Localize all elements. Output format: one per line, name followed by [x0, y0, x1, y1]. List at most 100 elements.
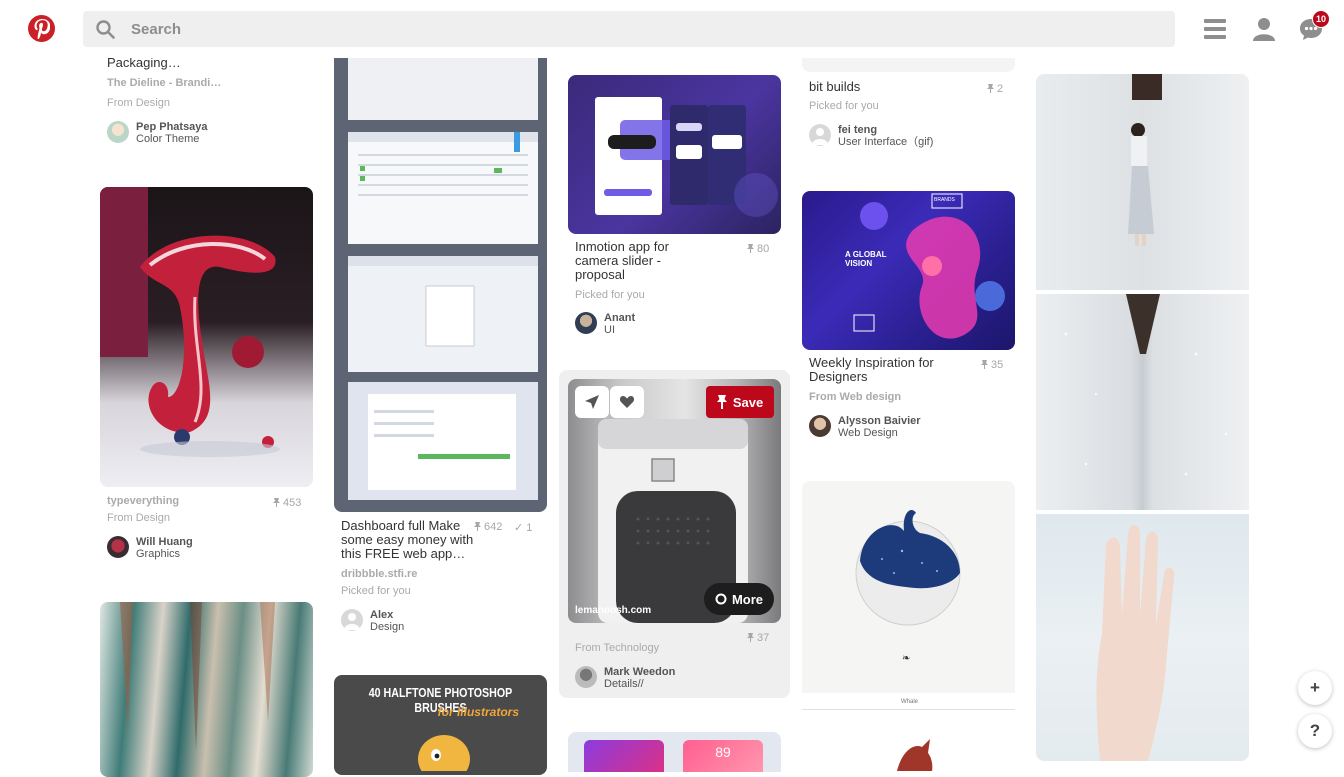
repin-count: 642: [474, 521, 502, 533]
search-icon: [96, 20, 115, 39]
avatar[interactable]: [809, 124, 831, 146]
pin-title: Inmotion app for camera slider - proposa…: [575, 239, 669, 282]
avatar[interactable]: [575, 312, 597, 334]
pin-title: Dashboard full Make some easy money with…: [341, 518, 474, 561]
like-count: ✓ 1: [514, 522, 533, 534]
pin-source[interactable]: The Dieline - Brandi…: [107, 77, 221, 89]
board-name[interactable]: Web Design: [838, 427, 898, 439]
hand-photo: [1096, 525, 1175, 761]
user-name[interactable]: Alex: [370, 609, 393, 621]
dashboard-screens: [348, 50, 538, 500]
pin-image-3[interactable]: [1036, 514, 1249, 761]
woman-photo: [1128, 74, 1162, 246]
pin-icon: [716, 395, 727, 409]
avatar[interactable]: [107, 536, 129, 558]
pin-count-icon: [981, 360, 988, 369]
circle-icon: [715, 593, 727, 605]
user-name[interactable]: fei teng: [838, 124, 877, 136]
pin-domain[interactable]: lemanoosh.com: [575, 605, 651, 616]
save-button[interactable]: Save: [706, 386, 774, 418]
pin-source[interactable]: typeverything: [107, 495, 179, 507]
pin-title: Packaging…: [107, 55, 181, 70]
image-brand: BRANDS: [934, 197, 955, 203]
avatar[interactable]: [341, 609, 363, 631]
pin-image[interactable]: [568, 75, 781, 234]
like-button[interactable]: [610, 386, 644, 418]
pin-image[interactable]: 89: [568, 732, 781, 772]
board-name[interactable]: Details//: [604, 678, 644, 690]
pin-from: Picked for you: [341, 585, 411, 597]
pin-image[interactable]: [1036, 74, 1249, 290]
pin-from: From Design: [107, 512, 170, 524]
send-button[interactable]: [575, 386, 609, 418]
pin-count-icon: [747, 244, 754, 253]
user-name[interactable]: Mark Weedon: [604, 666, 675, 678]
repin-count: 35: [981, 359, 1003, 371]
image-subheading: for Illustrators: [437, 705, 519, 719]
pin-from: Picked for you: [809, 100, 879, 112]
pin-image[interactable]: ❧ Whale: [802, 481, 1015, 771]
app-mockup: [595, 97, 778, 217]
default-avatar-icon: [344, 613, 360, 630]
blob-website: [853, 193, 1005, 339]
repin-count: 2: [987, 83, 1003, 95]
check-icon: ✓: [514, 522, 524, 534]
pin-count-icon: [273, 498, 280, 507]
avatar[interactable]: [575, 666, 597, 688]
pin-source[interactable]: dribbble.stfi.re: [341, 568, 417, 580]
pin-image[interactable]: A GLOBAL VISION BRANDS: [802, 191, 1015, 350]
pinterest-logo[interactable]: [28, 15, 55, 42]
corridor-photo: [1064, 294, 1228, 476]
pin-count-icon: [987, 84, 994, 93]
more-button[interactable]: More: [704, 583, 774, 615]
search-bar[interactable]: [83, 11, 1175, 47]
pin-image[interactable]: 40 HALFTONE PHOTOSHOP BRUSHES for Illust…: [334, 675, 547, 775]
search-input[interactable]: [131, 19, 1031, 39]
repin-count: 80: [747, 243, 769, 255]
pin-title: Weekly Inspiration for Designers: [809, 355, 934, 384]
user-name[interactable]: Alysson Baivier: [838, 415, 921, 427]
menu-icon[interactable]: [1202, 16, 1228, 42]
user-name[interactable]: Will Huang: [136, 536, 193, 548]
bird-icon: ❧: [902, 653, 911, 664]
board-name[interactable]: Color Theme: [136, 133, 199, 145]
pin-image[interactable]: [334, 50, 547, 512]
pin-image[interactable]: [100, 187, 313, 487]
image-caption: Whale: [901, 699, 919, 705]
pin-count-icon: [474, 522, 481, 531]
cartoon-illustration: [418, 735, 470, 771]
default-avatar-icon: [812, 128, 828, 145]
add-pin-button[interactable]: +: [1298, 671, 1332, 705]
pin-from: From Design: [107, 97, 170, 109]
whale-illustration: [802, 510, 1015, 771]
user-name[interactable]: Anant: [604, 312, 635, 324]
gradient-card-left: [584, 740, 664, 772]
pin-title: bit builds: [809, 79, 861, 94]
pin-image[interactable]: [802, 58, 1015, 72]
board-name[interactable]: Design: [370, 621, 404, 633]
repin-count: 37: [747, 632, 769, 644]
send-icon: [585, 395, 599, 409]
board-name[interactable]: UI: [604, 324, 615, 336]
top-header: 10: [0, 0, 1344, 58]
avatar[interactable]: [809, 415, 831, 437]
paint-drips: [120, 602, 275, 752]
pin-count-icon: [747, 633, 754, 642]
heart-icon: [619, 396, 635, 408]
profile-icon[interactable]: [1251, 16, 1277, 42]
pin-from: From Technology: [575, 642, 660, 654]
board-name[interactable]: Graphics: [136, 548, 180, 560]
pin-source[interactable]: From Web design: [809, 391, 901, 403]
gradient-card-number: 89: [683, 740, 763, 772]
board-name[interactable]: User Interface（gif): [838, 136, 933, 148]
pin-image[interactable]: [100, 602, 313, 777]
notification-badge[interactable]: 10: [1312, 10, 1330, 28]
image-text: A GLOBAL VISION: [845, 250, 887, 268]
brush-t-illustration: [100, 187, 280, 457]
avatar[interactable]: [107, 121, 129, 143]
help-button[interactable]: ?: [1298, 714, 1332, 748]
pin-from: Picked for you: [575, 289, 645, 301]
repin-count: 453: [273, 497, 301, 509]
pin-image-2[interactable]: [1036, 294, 1249, 510]
user-name[interactable]: Pep Phatsaya: [136, 121, 208, 133]
